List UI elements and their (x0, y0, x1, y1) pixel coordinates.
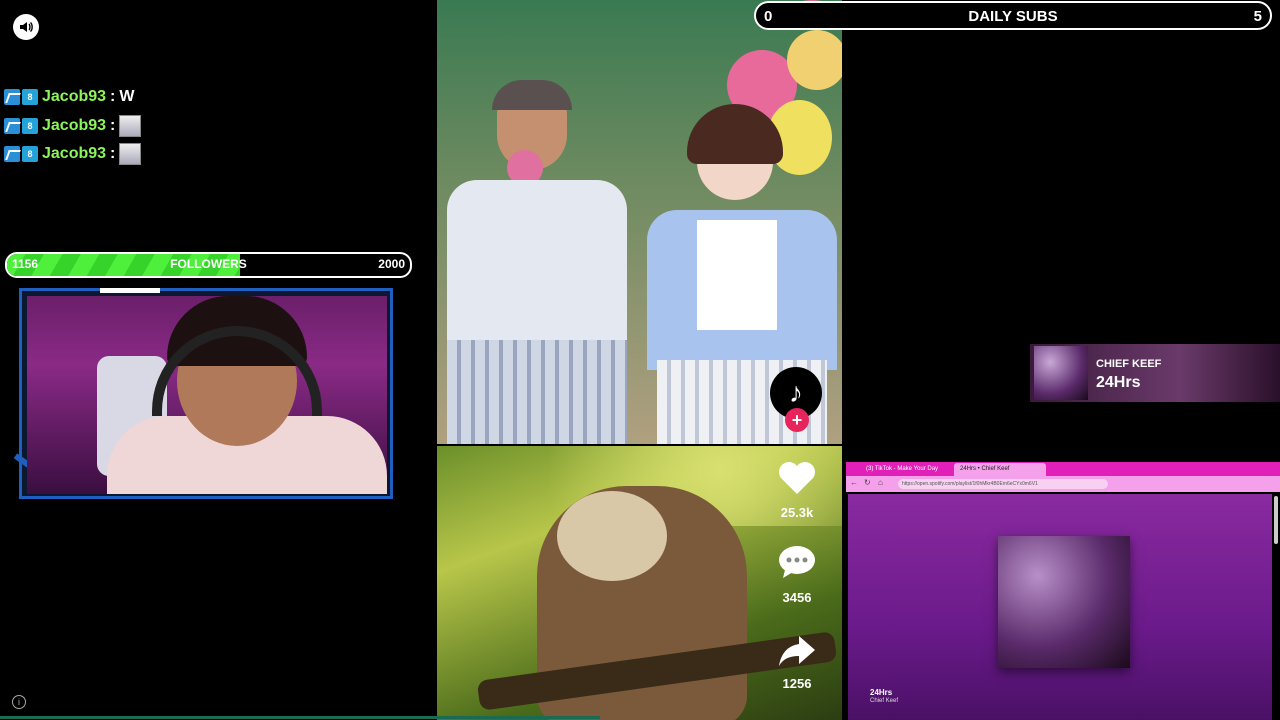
subs-label: DAILY SUBS (968, 8, 1058, 25)
prime-badge-icon (4, 118, 20, 134)
like-count: 25.3k (780, 505, 814, 520)
scrollbar[interactable] (1274, 496, 1278, 544)
browser-window: (3) TikTok - Make Your Day 24Hrs • Chief… (846, 462, 1280, 720)
balloon (787, 30, 842, 90)
share-icon (779, 636, 815, 666)
comment-button[interactable] (777, 544, 817, 580)
comment-count: 3456 (782, 590, 812, 605)
browser-tab-strip: (3) TikTok - Make Your Day 24Hrs • Chief… (846, 462, 1280, 476)
address-bar[interactable]: https://open.spotify.com/playlist/1f0hMk… (898, 479, 1108, 489)
spotify-song-title[interactable]: 24Hrs (870, 688, 892, 697)
chat-username: Jacob93 (42, 145, 107, 162)
chat-separator: : (110, 117, 116, 134)
chat-text: W (119, 88, 135, 105)
follow-plus-button[interactable]: + (785, 408, 809, 432)
like-button[interactable] (777, 460, 817, 496)
home-icon[interactable]: ⌂ (878, 478, 883, 487)
share-button[interactable] (777, 632, 817, 668)
now-playing-title: 24Hrs (1096, 374, 1141, 391)
followers-target: 2000 (378, 257, 405, 271)
spotify-artist[interactable]: Chief Keef (870, 698, 898, 704)
chat-message: 8 Jacob93 : (4, 115, 142, 137)
album-art (1034, 346, 1088, 400)
emote-icon (119, 143, 142, 165)
frame-decoration (100, 288, 160, 293)
chat-separator: : (110, 145, 116, 162)
sub-badge-icon: 8 (22, 89, 38, 105)
refresh-icon[interactable]: ↻ (864, 478, 871, 487)
tab-spotify[interactable]: 24Hrs • Chief Keef (954, 463, 1046, 476)
animated-man (447, 80, 627, 444)
now-playing-widget: CHIEF KEEF 24Hrs (1030, 344, 1280, 402)
back-icon[interactable]: ← (850, 478, 858, 487)
comment-icon (779, 546, 815, 578)
spotify-page: 24Hrs Chief Keef (848, 494, 1272, 720)
album-cover[interactable] (998, 536, 1130, 668)
volume-icon (20, 21, 33, 33)
chat-username: Jacob93 (42, 88, 107, 105)
now-playing-artist: CHIEF KEEF (1096, 358, 1162, 370)
tab-tiktok[interactable]: (3) TikTok - Make Your Day (860, 463, 952, 476)
heart-icon (779, 462, 815, 494)
followers-label: FOLLOWERS (170, 257, 247, 271)
chat-username: Jacob93 (42, 117, 107, 134)
sub-badge-icon: 8 (22, 146, 38, 162)
followers-goal-bar: 1156 FOLLOWERS 2000 (5, 252, 412, 278)
info-icon[interactable]: i (12, 695, 26, 709)
chat-message: 8 Jacob93 : (4, 143, 142, 165)
prime-badge-icon (4, 89, 20, 105)
chat-separator: : (110, 88, 116, 105)
share-count: 1256 (782, 676, 812, 691)
prime-badge-icon (4, 146, 20, 162)
chat-message: 8 Jacob93 : W (4, 86, 134, 108)
daily-subs-goal-bar: 0 DAILY SUBS 5 (754, 1, 1272, 30)
subs-target: 5 (1253, 8, 1262, 25)
sloth-face (557, 491, 667, 581)
emote-icon (119, 115, 142, 137)
webcam-feed (27, 296, 387, 494)
sub-badge-icon: 8 (22, 118, 38, 134)
browser-toolbar: ← ↻ ⌂ https://open.spotify.com/playlist/… (846, 476, 1280, 492)
volume-button[interactable] (13, 14, 39, 40)
video-progress-bar (0, 716, 600, 719)
